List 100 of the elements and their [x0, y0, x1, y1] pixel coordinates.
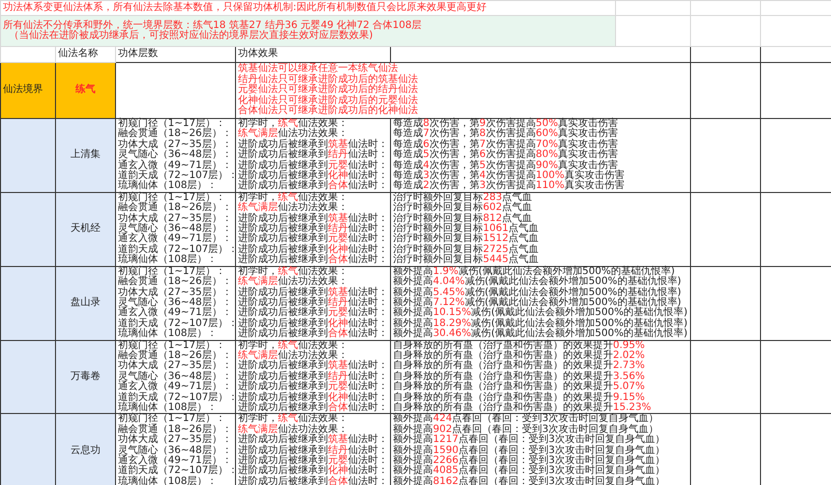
effect-text: 自身释放的所有蛊（治疗蛊和伤害蛊）的效果提升15.23%: [393, 402, 652, 413]
tier-text: 道韵天成（72~107层）：: [118, 244, 233, 255]
effect-text: 额外提高4.04%减伤(佩戴此仙法会额外增加500%的基础仇恨率): [393, 277, 682, 288]
effect-text: 额外提高1590点春回（春回：受到3次攻击时回复自身气血）: [393, 446, 666, 456]
source-text: 练气满层仙法功法效果：: [238, 203, 348, 214]
effect-text: 自身释放的所有蛊（治疗蛊和伤害蛊）的效果提升2.73%: [393, 361, 646, 372]
tier-text: 灵气随心（36~48层）：: [118, 372, 233, 382]
effect-text: 治疗时额外回复目标283点气血: [393, 192, 534, 203]
effect-text: 额外提高424点春回（春回：受到3次攻击时回复自身气血）: [393, 414, 660, 424]
tier-text: 琉璃仙体（108层）：: [118, 181, 218, 192]
tier-text: 琉璃仙体（108层）：: [118, 402, 218, 413]
tier-text: 融会贯通（18~26层）：: [118, 350, 233, 361]
tier-text: 通玄入微（49~71层）：: [118, 308, 233, 318]
source-text: 进阶成功后被继承到结丹仙法时：: [238, 372, 388, 382]
source-text: 进阶成功后被继承到结丹仙法时：: [238, 298, 388, 308]
effect-text: 额外提高902点春回（春回：受到3次攻击时回复自身气血）: [393, 424, 660, 435]
realm-rule: 元婴仙法只可继承进阶成功后的结丹仙法: [238, 85, 419, 96]
tier-text: 道韵天成（72~107层）：: [118, 318, 233, 329]
realm-rule: 合体仙法只可继承进阶成功后的化神仙法: [238, 106, 419, 117]
effect-text: 治疗时额外回复目标812点气血: [393, 214, 532, 224]
source-text: 进阶成功后被继承到结丹仙法时：: [238, 150, 388, 160]
tier-text: 琉璃仙体（108层）：: [118, 255, 218, 266]
source-text: 初学时，练气仙法效果：: [238, 266, 349, 277]
effect-text: 治疗时额外回复目标2725点气血: [393, 244, 540, 255]
source-text: 进阶成功后被继承到结丹仙法时：: [238, 446, 388, 456]
effect-text: 自身释放的所有蛊（治疗蛊和伤害蛊）的效果提升2.02%: [393, 350, 646, 361]
source-text: 初学时，练气仙法效果：: [238, 340, 349, 351]
source-text: 进阶成功后被继承到合体仙法时：: [238, 255, 388, 266]
effect-text: 额外提高18.29%减伤(佩戴此仙法会额外增加500%的基础仇恨率): [393, 318, 688, 329]
effect-text: 每造成4次伤害，第5次伤害提高90%真实攻击伤害: [393, 160, 618, 171]
tier-text: 灵气随心（36~48层）：: [118, 446, 233, 456]
tier-text: 琉璃仙体（108层）：: [118, 329, 218, 340]
realm-rule: 结丹仙法只可继承进阶成功后的筑基仙法: [238, 74, 419, 85]
notice-text: 功法体系变更仙法体系，所有仙法去除基本数值，只保留功体机制:因此所有机制数值只会比原来效果更高更好: [3, 2, 488, 14]
skill-name: 盘山录: [70, 298, 102, 308]
effect-text: 自身释放的所有蛊（治疗蛊和伤害蛊）的效果提升9.15%: [393, 392, 645, 403]
tier-text: 初窥门径（1~17层）：: [118, 340, 226, 351]
tier-text: 功体大成（27~35层）：: [118, 140, 233, 150]
tier-text: 灵气随心（36~48层）：: [118, 150, 233, 160]
tier-text: 融会贯通（18~26层）：: [118, 277, 233, 288]
tier-text: 融会贯通（18~26层）：: [118, 129, 233, 140]
source-text: 进阶成功后被继承到化神仙法时：: [238, 466, 388, 476]
tier-text: 功体大成（27~35层）：: [118, 435, 233, 446]
tier-text: 通玄入微（49~71层）：: [118, 160, 233, 171]
effect-text: 每造成6次伤害，第7次伤害提高70%真实攻击伤害: [393, 140, 619, 150]
tier-text: 功体大成（27~35层）：: [118, 288, 233, 298]
column-header: 功体效果: [238, 49, 279, 60]
source-text: 进阶成功后被继承到筑基仙法时：: [238, 361, 388, 372]
effect-text: 额外提高2266点春回（春回：受到3次攻击时回复自身气血）: [393, 456, 666, 466]
source-text: 进阶成功后被继承到元婴仙法时：: [238, 382, 388, 392]
tier-text: 功体大成（27~35层）：: [118, 361, 233, 372]
skill-name: 天机经: [70, 224, 102, 234]
effect-text: 自身释放的所有蛊（治疗蛊和伤害蛊）的效果提升5.07%: [393, 382, 646, 392]
skill-name: 万毒卷: [70, 372, 102, 382]
tier-text: 初窥门径（1~17层）：: [118, 414, 226, 424]
source-text: 进阶成功后被继承到化神仙法时：: [238, 318, 388, 329]
source-text: 进阶成功后被继承到合体仙法时：: [238, 402, 388, 413]
realm-name: 练气: [74, 85, 96, 96]
tier-text: 融会贯通（18~26层）：: [118, 424, 233, 435]
effect-text: 额外提高1.9%减伤(佩戴此仙法会额外增加500%的基础仇恨率): [393, 266, 675, 277]
source-text: 进阶成功后被继承到化神仙法时：: [238, 392, 388, 403]
effect-text: 每造成8次伤害，第9次伤害提高50%真实攻击伤害: [393, 119, 619, 129]
skill-name: 云息功: [70, 446, 102, 456]
effect-text: 自身释放的所有蛊（治疗蛊和伤害蛊）的效果提升3.56%: [393, 372, 646, 382]
effect-text: 额外提高5.45%减伤(佩戴此仙法会额外增加500%的基础仇恨率): [393, 288, 682, 298]
effect-text: 自身释放的所有蛊（治疗蛊和伤害蛊）的效果提升0.95%: [393, 340, 646, 351]
tier-text: 灵气随心（36~48层）：: [118, 298, 233, 308]
banner-text: （当仙法在进阶被成功继承后，可按照对应仙法的境界层次直接生效对应层数效果): [8, 31, 374, 42]
effect-text: 治疗时额外回复目标602点气血: [393, 203, 534, 214]
effect-text: 每造成7次伤害，第8次伤害提高60%真实攻击伤害: [393, 129, 619, 140]
tier-text: 初窥门径（1~17层）：: [118, 192, 226, 203]
source-text: 进阶成功后被继承到合体仙法时：: [238, 329, 388, 340]
effect-text: 额外提高4085点春回（春回：受到3次攻击时回复自身气血）: [393, 466, 666, 476]
realm-label: 仙法境界: [3, 85, 44, 96]
tier-text: 道韵天成（72~107层）：: [118, 466, 233, 476]
effect-text: 额外提高7.12%减伤(佩戴此仙法会额外增加500%的基础仇恨率): [393, 298, 682, 308]
tier-text: 初窥门径（1~17层）：: [118, 266, 226, 277]
skill-name: 上清集: [70, 150, 102, 161]
source-text: 初学时，练气仙法效果：: [238, 119, 349, 129]
realm-rule: 筑基仙法可以继承任意一本练气仙法: [238, 64, 398, 74]
tier-text: 通玄入微（49~71层）：: [118, 456, 233, 466]
source-text: 练气满层仙法功法效果：: [238, 424, 348, 435]
column-header: 功体层数: [118, 49, 159, 60]
source-text: 进阶成功后被继承到元婴仙法时：: [238, 456, 388, 466]
column-header: 仙法名称: [58, 49, 99, 60]
effect-text: 额外提高10.15%减伤(佩戴此仙法会额外增加500%的基础仇恨率): [393, 308, 688, 318]
banner-text: 所有仙法不分传承和野外，统一境界层数：练气18 筑基27 结丹36 元婴49 化神72 合体108层: [3, 20, 423, 31]
effect-text: 额外提高30.46%减伤(佩戴此仙法会额外增加500%的基础仇恨率): [393, 329, 688, 340]
source-text: 进阶成功后被继承到化神仙法时：: [238, 244, 388, 255]
source-text: 练气满层仙法功法效果：: [238, 129, 348, 140]
tier-text: 功体大成（27~35层）：: [118, 214, 233, 224]
effect-text: 治疗时额外回复目标5445点气血: [393, 255, 540, 266]
source-text: 进阶成功后被继承到筑基仙法时：: [238, 214, 388, 224]
source-text: 进阶成功后被继承到元婴仙法时：: [238, 308, 388, 318]
tier-text: 初窥门径（1~17层）：: [118, 119, 226, 129]
tier-text: 道韵天成（72~107层）：: [118, 392, 233, 403]
source-text: 初学时，练气仙法效果：: [238, 192, 349, 203]
source-text: 练气满层仙法功法效果：: [238, 350, 348, 361]
source-text: 进阶成功后被继承到筑基仙法时：: [238, 288, 388, 298]
effect-text: 每造成2次伤害，第3次伤害提高110%真实攻击伤害: [393, 181, 626, 192]
